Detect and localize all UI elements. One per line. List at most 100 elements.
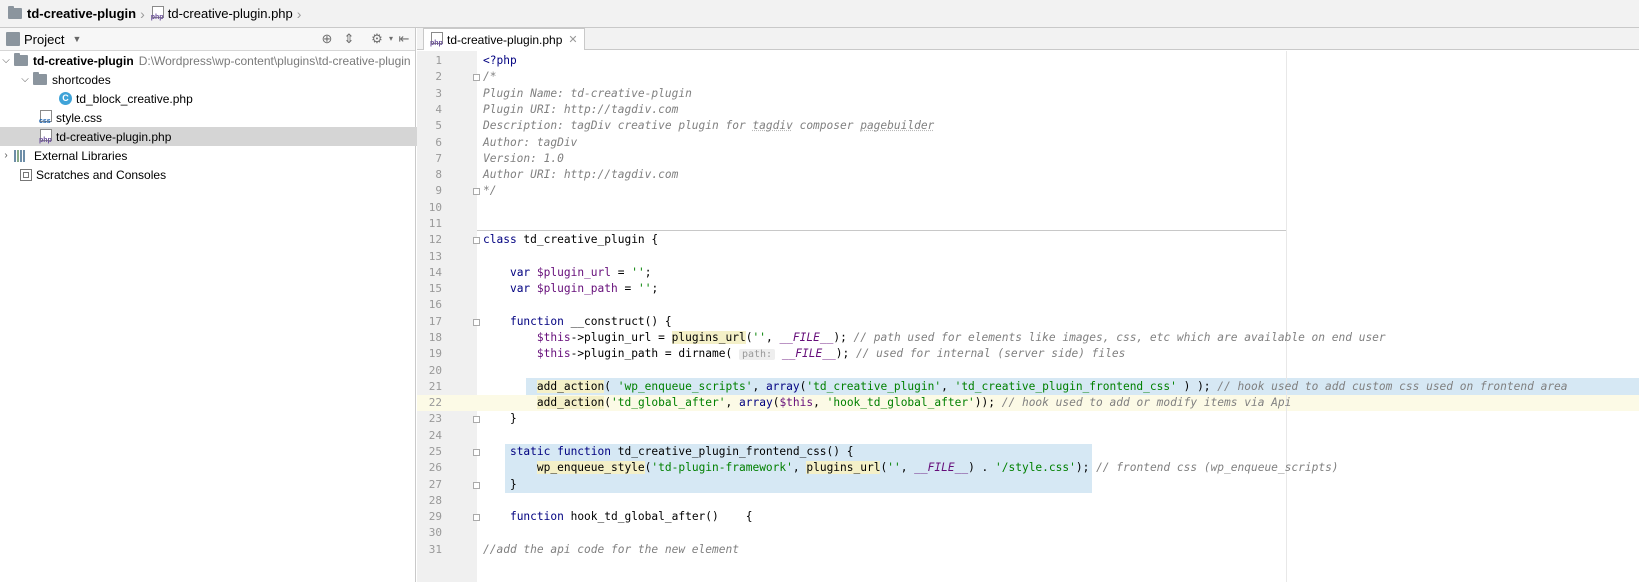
code-line: Description: tagDiv creative plugin for … <box>483 119 935 132</box>
line-number: 22 <box>428 396 442 409</box>
line-number: 23 <box>428 412 442 425</box>
tree-item-project-root[interactable]: ⌵ td-creative-plugin D:\Wordpress\wp-con… <box>0 51 415 70</box>
right-margin-guide <box>1286 51 1287 582</box>
code-line: Plugin URI: http://tagdiv.com <box>483 103 679 116</box>
code-line: function __construct() { <box>509 315 672 328</box>
code-line: <?php <box>483 54 517 67</box>
line-number: 31 <box>428 543 442 556</box>
tree-item-external-libraries[interactable]: › External Libraries <box>0 146 415 165</box>
code-line: Plugin Name: td-creative-plugin <box>483 87 692 100</box>
project-view-selector[interactable]: Project <box>24 32 64 47</box>
code-line: /* <box>483 70 497 83</box>
collapse-all-icon[interactable]: ⇕ <box>341 31 357 47</box>
code-line: Author URI: http://tagdiv.com <box>483 168 679 181</box>
line-number: 25 <box>428 445 442 458</box>
tree-item-td-block-creative[interactable]: C td_block_creative.php <box>0 89 474 108</box>
folder-icon <box>8 6 22 19</box>
line-number: 29 <box>428 510 442 523</box>
tree-item-td-creative-plugin-php[interactable]: php td-creative-plugin.php <box>0 127 454 146</box>
code-line: $this->plugin_url = plugins_url('', __FI… <box>536 331 1386 344</box>
code-line: wp_enqueue_style('td-plugin-framework', … <box>536 461 1339 474</box>
code-line: class td_creative_plugin { <box>483 233 659 246</box>
line-number: 18 <box>428 331 442 344</box>
project-panel-header: Project ▼ ⊕ ⇕ ⚙ ▾ ⇤ <box>0 28 415 51</box>
php-file-icon: php <box>430 32 443 47</box>
code-line: */ <box>483 184 497 197</box>
tree-item-style-css[interactable]: css style.css <box>0 108 454 127</box>
editor-tab[interactable]: php td-creative-plugin.php ✕ <box>423 28 585 50</box>
line-number: 14 <box>428 266 442 279</box>
php-file-icon: php <box>151 6 164 21</box>
code-line: function hook_td_global_after() { <box>509 510 753 523</box>
line-number: 5 <box>435 119 442 132</box>
line-number: 26 <box>428 461 442 474</box>
breadcrumb-file[interactable]: php td-creative-plugin.php <box>151 0 293 28</box>
code-line: $this->plugin_path = dirname( path: __FI… <box>536 347 1126 360</box>
line-number: 30 <box>428 526 442 539</box>
parameter-hint: path: <box>738 349 776 360</box>
line-number: 24 <box>428 429 442 442</box>
tree-item-shortcodes[interactable]: ⌵ shortcodes <box>0 70 434 89</box>
css-file-icon: css <box>39 110 52 125</box>
line-number: 4 <box>435 103 442 116</box>
line-number: 3 <box>435 87 442 100</box>
line-number: 12 <box>428 233 442 246</box>
php-class-icon: C <box>59 92 72 105</box>
line-number: 20 <box>428 364 442 377</box>
fold-marker-icon[interactable] <box>473 514 480 521</box>
method-separator <box>477 230 1286 231</box>
locate-icon[interactable]: ⊕ <box>319 31 335 47</box>
library-icon <box>14 149 30 162</box>
expand-arrow-icon[interactable]: ⌵ <box>19 74 31 85</box>
project-view-icon <box>6 32 20 46</box>
line-number: 15 <box>428 282 442 295</box>
code-line: static function td_creative_plugin_front… <box>509 445 854 458</box>
fold-marker-icon[interactable] <box>473 319 480 326</box>
line-number: 11 <box>428 217 442 230</box>
code-line: Version: 1.0 <box>483 152 564 165</box>
code-line: } <box>483 478 517 491</box>
chevron-right-icon: › <box>296 5 302 22</box>
expand-arrow-icon[interactable]: ⌵ <box>0 55 12 66</box>
project-panel: Project ▼ ⊕ ⇕ ⚙ ▾ ⇤ ⌵ td-creative-plugin… <box>0 28 454 582</box>
editor-tab-bar: php td-creative-plugin.php ✕ <box>417 28 1639 50</box>
chevron-right-icon: › <box>140 5 145 22</box>
fold-marker-icon[interactable] <box>473 237 480 244</box>
line-number: 28 <box>428 494 442 507</box>
code-line: add_action( 'wp_enqueue_scripts', array(… <box>536 380 1568 393</box>
fold-marker-icon[interactable] <box>473 482 480 489</box>
folder-icon <box>33 72 47 85</box>
line-number: 21 <box>428 380 442 393</box>
scratch-icon <box>20 168 32 181</box>
line-number: 6 <box>435 136 442 149</box>
fold-marker-icon[interactable] <box>473 416 480 423</box>
line-number: 13 <box>428 250 442 263</box>
code-line: //add the api code for the new element <box>483 543 739 556</box>
line-number: 17 <box>428 315 442 328</box>
line-number: 9 <box>435 184 442 197</box>
line-number: 10 <box>428 201 442 214</box>
close-icon[interactable]: ✕ <box>568 33 577 46</box>
line-number: 8 <box>435 168 442 181</box>
code-line: } <box>483 412 517 425</box>
breadcrumb-project[interactable]: td-creative-plugin <box>8 0 136 28</box>
breadcrumb: td-creative-plugin › php td-creative-plu… <box>0 0 1639 28</box>
tree-item-scratches[interactable]: Scratches and Consoles <box>0 165 435 184</box>
code-line: Author: tagDiv <box>483 136 578 149</box>
fold-marker-icon[interactable] <box>473 74 480 81</box>
collapse-arrow-icon[interactable]: › <box>0 150 12 161</box>
line-number: 16 <box>428 298 442 311</box>
php-file-icon: php <box>39 129 52 144</box>
line-number: 27 <box>428 478 442 491</box>
fold-marker-icon[interactable] <box>473 188 480 195</box>
line-number: 7 <box>435 152 442 165</box>
code-line: add_action('td_global_after', array($thi… <box>536 396 1292 409</box>
line-number: 2 <box>435 70 442 83</box>
hide-panel-icon[interactable]: ⇤ <box>396 31 412 47</box>
chevron-down-icon[interactable]: ▼ <box>72 34 81 44</box>
folder-icon <box>14 53 28 66</box>
fold-marker-icon[interactable] <box>473 449 480 456</box>
code-line: var $plugin_url = ''; <box>509 266 652 279</box>
line-number: 19 <box>428 347 442 360</box>
line-number: 1 <box>435 54 442 67</box>
